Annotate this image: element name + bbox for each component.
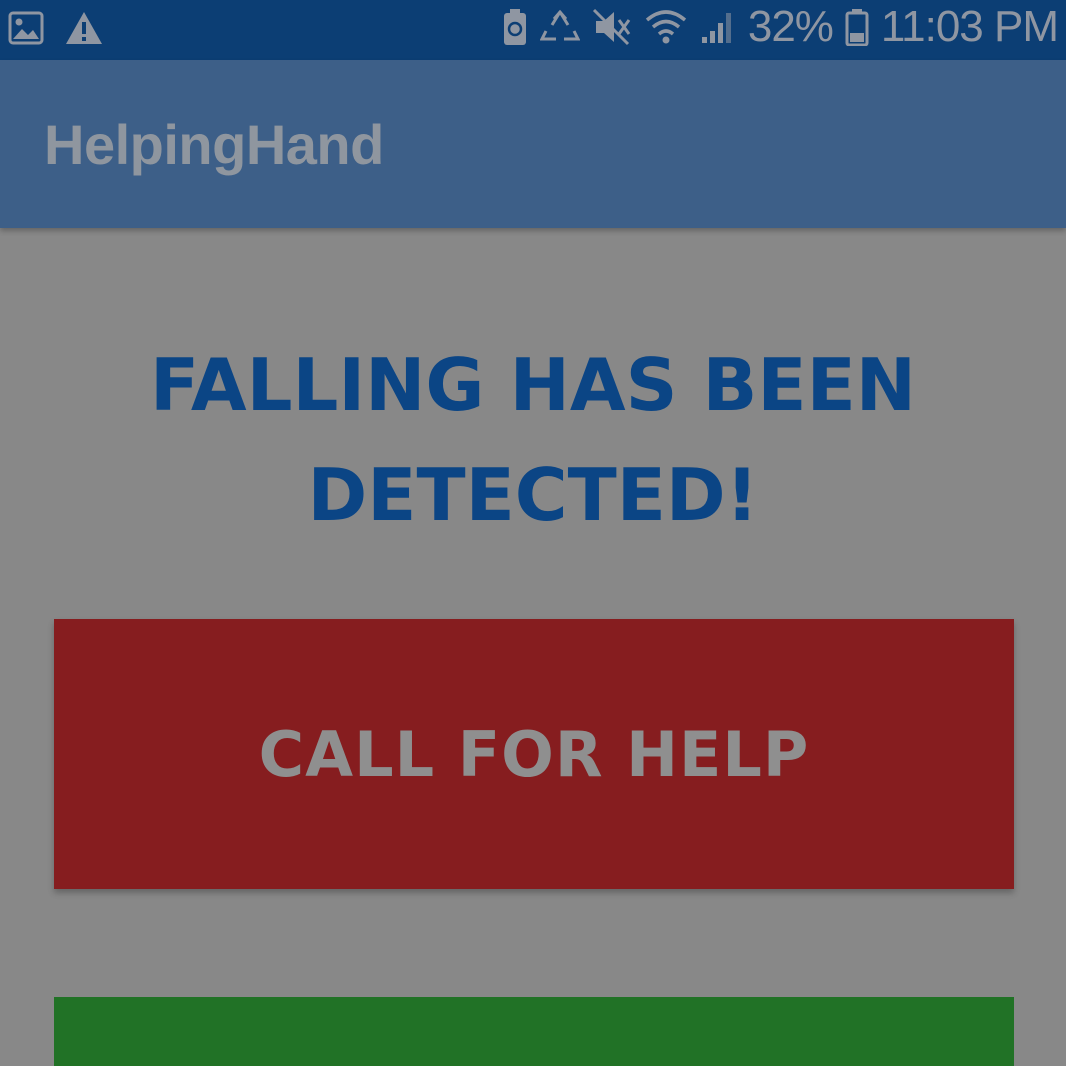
green-action-button[interactable] bbox=[54, 997, 1014, 1066]
status-notifications bbox=[8, 6, 104, 50]
warning-icon bbox=[64, 10, 104, 46]
clock: 11:03 PM bbox=[880, 2, 1059, 51]
image-icon bbox=[8, 11, 44, 45]
battery-saver-icon bbox=[502, 8, 528, 46]
app-bar: HelpingHand bbox=[0, 60, 1066, 228]
headline-line-2: DETECTED! bbox=[307, 453, 759, 537]
screen: 32% 11:03 PM HelpingHand FALLING HAS BEE… bbox=[0, 0, 1066, 1066]
status-system: 32% 11:03 PM bbox=[502, 2, 1059, 51]
call-for-help-button[interactable]: CALL FOR HELP bbox=[54, 619, 1014, 889]
signal-icon bbox=[700, 9, 736, 45]
app-title: HelpingHand bbox=[44, 113, 384, 176]
recycle-icon bbox=[539, 9, 580, 45]
battery-icon bbox=[845, 8, 869, 46]
call-for-help-label: CALL FOR HELP bbox=[258, 717, 810, 791]
wifi-icon bbox=[644, 8, 688, 46]
mute-icon bbox=[592, 8, 632, 46]
status-bar: 32% 11:03 PM bbox=[0, 0, 1066, 60]
headline-line-1: FALLING HAS BEEN bbox=[149, 343, 917, 427]
fall-detected-message: FALLING HAS BEEN DETECTED! bbox=[0, 330, 1066, 550]
battery-percent: 32% bbox=[747, 2, 834, 51]
